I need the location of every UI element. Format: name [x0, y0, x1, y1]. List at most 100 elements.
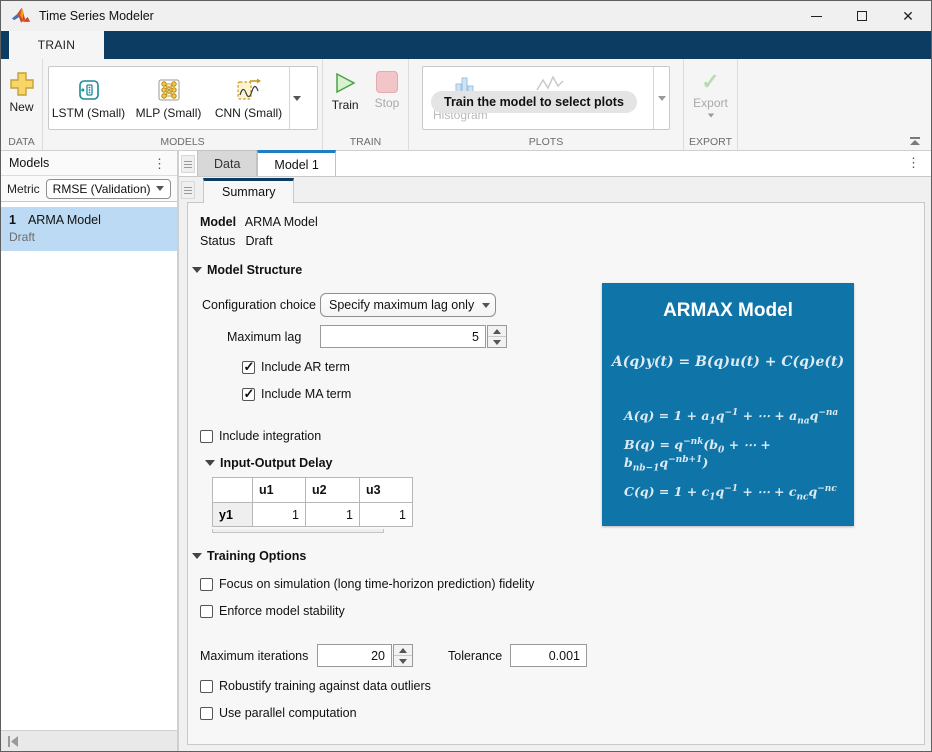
- models-panel-header: Models ⋮: [1, 151, 177, 176]
- metric-label: Metric: [7, 182, 40, 196]
- include-integration-checkbox[interactable]: [200, 430, 213, 443]
- io-table-scrollbar[interactable]: [212, 529, 384, 533]
- enforce-stability-checkbox[interactable]: [200, 605, 213, 618]
- include-ar-checkbox-row: Include AR term: [242, 360, 350, 374]
- model-status: Draft: [9, 230, 169, 244]
- focus-simulation-checkbox[interactable]: [200, 578, 213, 591]
- spin-down-icon[interactable]: [488, 337, 506, 347]
- maximum-iterations-field: [317, 644, 392, 667]
- document-menu-icon[interactable]: ⋮: [904, 156, 923, 169]
- models-panel-title: Models: [9, 156, 150, 170]
- tolerance-input[interactable]: [510, 644, 587, 667]
- close-icon: ✕: [902, 9, 914, 23]
- section-label-data: DATA: [1, 136, 42, 148]
- collapse-ribbon-button[interactable]: [909, 137, 921, 146]
- focus-simulation-label: Focus on simulation (long time-horizon p…: [219, 577, 534, 591]
- robustify-checkbox[interactable]: [200, 680, 213, 693]
- chevron-down-icon: [156, 186, 164, 191]
- maximum-lag-label: Maximum lag: [227, 330, 301, 344]
- new-button[interactable]: New: [3, 67, 41, 118]
- maximum-iterations-spinner[interactable]: [393, 644, 413, 667]
- metric-row: Metric RMSE (Validation): [1, 176, 177, 202]
- plots-gallery-dropdown[interactable]: [653, 67, 669, 129]
- model-list: 1ARMA Model Draft: [1, 202, 177, 251]
- include-ar-checkbox[interactable]: [242, 361, 255, 374]
- include-ma-checkbox[interactable]: [242, 388, 255, 401]
- tab-data[interactable]: Data: [197, 150, 257, 176]
- armax-equation-a: A(q) = 1 + a1q−1 + ⋯ + anaq−na: [624, 408, 854, 427]
- section-label-train: TRAIN: [323, 136, 408, 148]
- status-field-value: Draft: [245, 234, 272, 248]
- plus-icon: [9, 71, 35, 97]
- maximize-icon: [857, 11, 867, 21]
- export-button[interactable]: ✓ Export: [687, 67, 734, 122]
- robustify-label: Robustify training against data outliers: [219, 679, 431, 693]
- tab-train[interactable]: TRAIN: [9, 31, 104, 59]
- models-gallery-dropdown[interactable]: [289, 67, 305, 129]
- model-template-cnn[interactable]: CNN (Small): [209, 67, 289, 129]
- minimize-icon: [811, 16, 822, 17]
- chevron-down-icon: [658, 96, 666, 101]
- include-integration-label: Include integration: [219, 429, 321, 443]
- spin-up-icon[interactable]: [488, 326, 506, 337]
- section-label-models: MODELS: [43, 136, 322, 148]
- armax-main-equation: A(q)y(t) = B(q)u(t) + C(q)e(t): [602, 354, 854, 370]
- close-button[interactable]: ✕: [885, 1, 931, 31]
- io-cell-y1-u3[interactable]: 1: [360, 503, 413, 527]
- training-options-header[interactable]: Training Options: [192, 549, 306, 563]
- model-template-lstm[interactable]: LSTM (Small): [49, 67, 129, 129]
- collapse-ribbon-icon: [910, 137, 920, 139]
- play-icon: [333, 71, 357, 95]
- model-list-item[interactable]: 1ARMA Model Draft: [1, 207, 177, 251]
- enforce-stability-checkbox-row: Enforce model stability: [200, 604, 345, 618]
- minimize-button[interactable]: [793, 1, 839, 31]
- ribbon-tab-strip: TRAIN: [1, 31, 931, 59]
- mlp-icon: [156, 77, 182, 103]
- include-integration-checkbox-row: Include integration: [200, 429, 321, 443]
- maximize-button[interactable]: [839, 1, 885, 31]
- model-structure-header[interactable]: Model Structure: [192, 263, 302, 277]
- collapse-left-icon[interactable]: [7, 736, 19, 747]
- maximum-iterations-label: Maximum iterations: [200, 649, 308, 663]
- chevron-down-icon: [482, 303, 490, 308]
- armax-model-panel: ARMAX Model A(q)y(t) = B(q)u(t) + C(q)e(…: [602, 283, 854, 526]
- io-col-u1: u1: [253, 478, 306, 503]
- document-tab-strip: Data Model 1 ⋮: [179, 151, 931, 177]
- parallel-checkbox[interactable]: [200, 707, 213, 720]
- stop-button[interactable]: Stop: [369, 67, 406, 114]
- maximum-iterations-input[interactable]: [317, 644, 392, 667]
- robustify-checkbox-row: Robustify training against data outliers: [200, 679, 431, 693]
- maximum-lag-spinner[interactable]: [487, 325, 507, 348]
- table-row: y1 1 1 1: [213, 503, 413, 527]
- io-cell-y1-u2[interactable]: 1: [306, 503, 360, 527]
- configuration-choice-dropdown[interactable]: Specify maximum lag only: [320, 293, 496, 317]
- maximum-lag-input[interactable]: [320, 325, 486, 348]
- input-output-delay-header[interactable]: Input-Output Delay: [205, 456, 333, 470]
- armax-equation-list: A(q) = 1 + a1q−1 + ⋯ + anaq−na B(q) = q−…: [624, 408, 854, 503]
- models-panel-menu-icon[interactable]: ⋮: [150, 157, 169, 170]
- summary-tab-strip: Summary: [179, 177, 931, 202]
- tab-strip-grip-icon[interactable]: [181, 181, 195, 199]
- include-ma-checkbox-row: Include MA term: [242, 387, 351, 401]
- checkmark-icon: ✓: [701, 71, 719, 93]
- spin-up-icon[interactable]: [394, 645, 412, 656]
- model-template-mlp[interactable]: MLP (Small): [129, 67, 209, 129]
- train-button[interactable]: Train: [326, 67, 365, 116]
- main-area: Data Model 1 ⋮ Summary Model ARMA Model …: [179, 151, 931, 752]
- io-col-u3: u3: [360, 478, 413, 503]
- spin-down-icon[interactable]: [394, 656, 412, 666]
- summary-content: Model ARMA Model Status Draft Model Stru…: [187, 202, 925, 745]
- configuration-choice-label: Configuration choice: [202, 298, 316, 312]
- chevron-down-icon: [293, 96, 301, 101]
- io-cell-y1-u1[interactable]: 1: [253, 503, 306, 527]
- status-field: Status Draft: [200, 234, 273, 248]
- metric-dropdown[interactable]: RMSE (Validation): [46, 179, 171, 199]
- io-delay-table: u1 u2 u3 y1 1 1 1: [212, 477, 413, 527]
- section-models: LSTM (Small): [43, 59, 323, 150]
- tab-model-1[interactable]: Model 1: [257, 150, 335, 176]
- armax-equation-b: B(q) = q−nk(b0 + ⋯ + bnb−1q−nb+1): [624, 437, 854, 474]
- tab-summary[interactable]: Summary: [203, 178, 294, 203]
- tab-strip-grip-icon[interactable]: [181, 155, 195, 173]
- maximum-lag-field: [320, 325, 486, 348]
- include-ma-label: Include MA term: [261, 387, 351, 401]
